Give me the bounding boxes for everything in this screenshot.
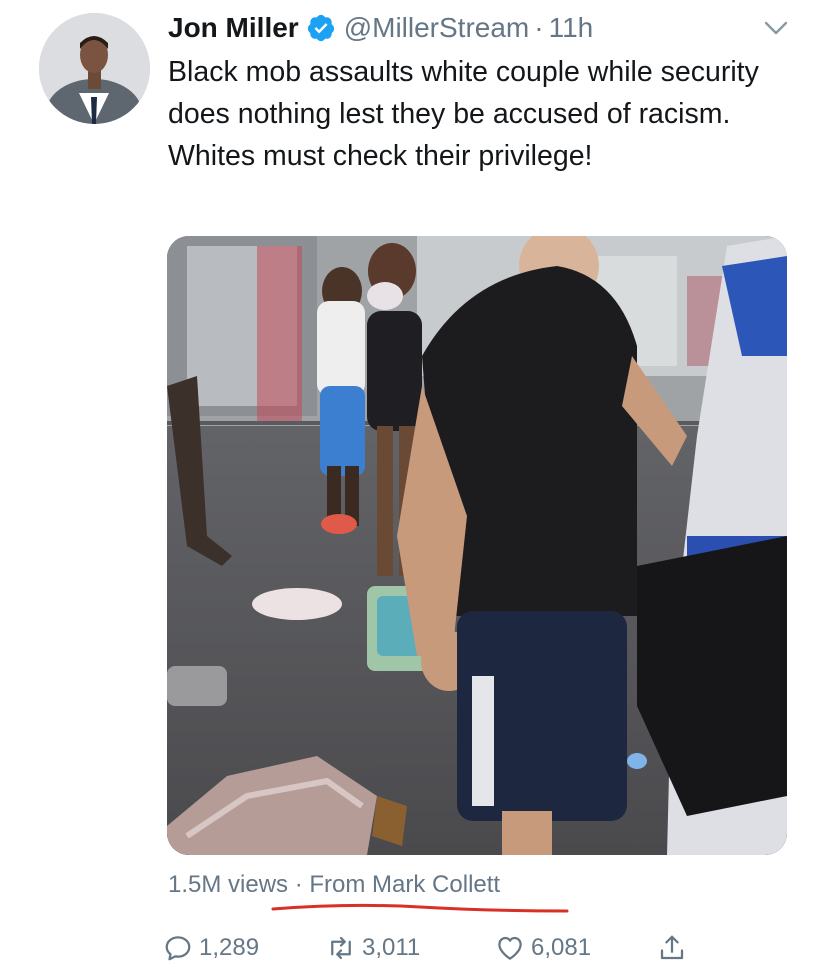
tweet-text: Black mob assaults white couple while se…	[168, 56, 759, 172]
share-icon	[660, 935, 684, 960]
chevron-down-icon[interactable]	[762, 18, 790, 38]
heart-icon	[498, 936, 522, 960]
timestamp[interactable]: 11h	[549, 12, 594, 44]
tweet-media[interactable]	[167, 236, 787, 855]
reply-button[interactable]: 1,289	[163, 928, 259, 968]
view-count: 1.5M views	[168, 871, 289, 898]
reply-icon	[165, 936, 191, 961]
retweet-button[interactable]: 3,011	[326, 928, 420, 968]
share-button[interactable]	[657, 928, 687, 968]
like-button[interactable]: 6,081	[495, 928, 591, 968]
action-bar: 1,289 3,011 6,081	[0, 928, 827, 968]
avatar[interactable]	[39, 13, 150, 124]
reply-count: 1,289	[199, 934, 260, 961]
attribution-link[interactable]: From Mark Collett	[309, 871, 500, 898]
header-separator: ·	[534, 12, 544, 43]
tweet-header: Jon Miller @MillerStream · 11h	[168, 8, 593, 48]
retweet-icon	[331, 936, 351, 960]
annotation-underline	[271, 903, 569, 913]
meta-separator: ·	[294, 871, 303, 898]
retweet-count: 3,011	[362, 934, 421, 961]
tweet-meta: 1.5M views · From Mark Collett	[168, 869, 500, 901]
author-handle[interactable]: @MillerStream	[344, 12, 530, 44]
video-still-image	[167, 236, 787, 855]
avatar-photo	[39, 13, 150, 124]
verified-badge-icon	[307, 14, 334, 42]
like-count: 6,081	[531, 934, 592, 961]
display-name[interactable]: Jon Miller	[168, 12, 299, 44]
